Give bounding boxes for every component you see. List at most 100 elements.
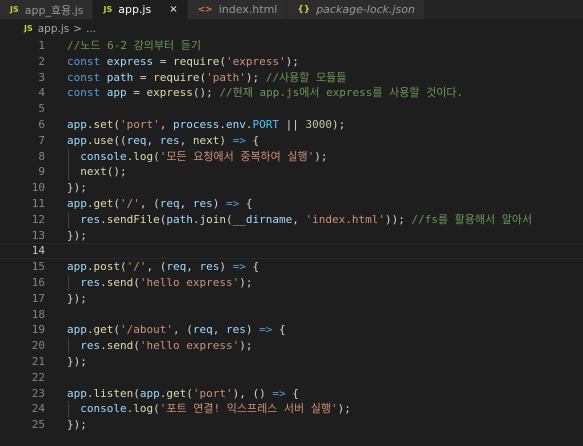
- code-token: ((: [113, 133, 127, 147]
- code-token: (: [186, 386, 193, 400]
- code-line[interactable]: 6 app.set('port', process.env.PORT || 300…: [0, 117, 583, 133]
- code-token: , (: [172, 323, 193, 337]
- code-token: get: [93, 323, 114, 337]
- code-line[interactable]: 21});: [0, 354, 583, 370]
- code-text: res.send('hello express');: [67, 338, 252, 354]
- code-token: .: [86, 386, 94, 400]
- code-line[interactable]: 1 //노드 6-2 강의부터 듣기: [0, 38, 583, 54]
- code-token: req: [126, 133, 147, 147]
- code-token: (: [133, 386, 140, 400]
- code-token: =>: [232, 260, 246, 274]
- code-token: res: [225, 323, 246, 337]
- code-line[interactable]: 16 res.send('hello express');: [0, 275, 583, 291]
- code-line[interactable]: 7 app.use((req, res, next) => {: [0, 133, 583, 149]
- code-line[interactable]: 25});: [0, 417, 583, 433]
- code-token: get: [93, 196, 114, 210]
- code-token: req: [192, 323, 213, 337]
- line-number: 18: [31, 307, 45, 321]
- code-line[interactable]: 24 console.log('포트 연결! 익스프레스 서버 실행');: [0, 401, 583, 417]
- code-token: join: [199, 212, 226, 226]
- code-line[interactable]: 12 res.sendFile(path.join(__dirname, 'in…: [0, 212, 583, 228]
- tab-app-hyoyong-js[interactable]: JS app_효용.js: [0, 0, 94, 19]
- tab-app-js[interactable]: JS app.js ×: [93, 0, 188, 19]
- indent-guide: [68, 401, 69, 418]
- code-token: =: [153, 54, 173, 68]
- code-token: ();: [192, 86, 220, 100]
- code-token: =: [126, 86, 147, 100]
- code-token: const: [67, 54, 107, 68]
- code-line[interactable]: 15 app.post('/', (req, res) => {: [0, 259, 583, 275]
- code-token: req: [166, 260, 187, 274]
- line-number: 5: [38, 102, 45, 116]
- code-line[interactable]: 2 const express = require('express');: [0, 54, 583, 70]
- code-line[interactable]: 23 app.listen(app.get('port'), () => {: [0, 386, 583, 402]
- json-file-icon: {}: [297, 4, 311, 15]
- line-number: 10: [31, 181, 45, 195]
- code-token: express: [146, 86, 193, 100]
- code-text: const path = require('path'); //사용할 모듈들: [67, 70, 346, 86]
- code-text: });: [67, 291, 87, 307]
- editor-tab-bar: JS app_효용.js JS app.js × <> index.html {…: [0, 0, 583, 19]
- code-line[interactable]: 17});: [0, 291, 583, 307]
- code-token: .: [86, 117, 94, 131]
- code-token: req: [159, 196, 180, 210]
- code-line[interactable]: 20 res.send('hello express');: [0, 338, 583, 354]
- code-text: });: [67, 417, 87, 433]
- tab-package-lock-json[interactable]: {} package-lock.json: [287, 0, 425, 19]
- line-number: 2: [38, 54, 45, 68]
- line-number: 1: [38, 39, 45, 52]
- code-token: (: [225, 212, 233, 226]
- code-token: '/': [126, 260, 147, 274]
- code-editor[interactable]: 1 //노드 6-2 강의부터 듣기 2 const express = requir…: [0, 38, 583, 433]
- code-token: //노드 6-2 강의부터 듣기: [67, 39, 201, 52]
- code-line[interactable]: 18: [0, 307, 583, 323]
- code-line[interactable]: 14: [0, 243, 583, 259]
- code-line[interactable]: 13});: [0, 228, 583, 244]
- code-token: 'hello express': [139, 339, 240, 353]
- code-token: '/about': [120, 323, 173, 337]
- line-number: 16: [31, 275, 45, 289]
- code-text: next();: [67, 164, 126, 180]
- code-token: res: [80, 339, 101, 353]
- code-line[interactable]: 19 app.get('/about', (req, res) => {: [0, 322, 583, 338]
- code-token: send: [106, 275, 134, 289]
- indent-guide: [68, 211, 69, 228]
- code-token: ): [212, 196, 226, 210]
- code-token: {: [245, 260, 260, 274]
- code-token: =>: [226, 196, 240, 210]
- code-token: sendFile: [106, 212, 160, 226]
- code-line[interactable]: 8 console.log('모든 요청에서 중복하여 실행');: [0, 149, 583, 165]
- code-token: log: [133, 402, 154, 416]
- code-token: __dirname: [232, 212, 293, 226]
- code-text: app.use((req, res, next) => {: [67, 133, 259, 149]
- code-text: app.post('/', (req, res) => {: [67, 259, 259, 275]
- code-line[interactable]: 3 const path = require('path'); //사용할 모듈들: [0, 70, 583, 86]
- code-token: .: [86, 196, 94, 210]
- code-token: //fs를 활용해서 알아서: [404, 212, 533, 226]
- javascript-file-icon: JS: [10, 5, 19, 14]
- code-token: {: [272, 323, 286, 337]
- code-token: );: [239, 339, 253, 353]
- code-line[interactable]: 5: [0, 101, 583, 117]
- code-token: ||: [278, 117, 306, 131]
- code-text: const express = require('express');: [67, 54, 299, 70]
- line-number: 8: [38, 149, 45, 163]
- code-token: ,: [159, 117, 173, 131]
- code-line[interactable]: 9 next();: [0, 164, 583, 180]
- tab-index-html[interactable]: <> index.html: [187, 0, 288, 19]
- code-token: next: [192, 133, 220, 147]
- code-line[interactable]: 11 app.get('/', (req, res) => {: [0, 196, 583, 212]
- code-token: ,: [212, 323, 226, 337]
- code-line[interactable]: 10});: [0, 180, 583, 196]
- code-token: '모든 요청에서 중복하여 실행': [159, 149, 315, 163]
- code-line[interactable]: 22: [0, 370, 583, 386]
- code-token: 'path': [206, 70, 246, 84]
- breadcrumb-symbol[interactable]: ...: [86, 23, 96, 35]
- code-token: .: [219, 117, 226, 131]
- code-line[interactable]: 4 const app = express(); //현재 app.js에서 ex…: [0, 85, 583, 101]
- code-token: app: [67, 323, 87, 337]
- close-icon[interactable]: ×: [169, 4, 177, 15]
- code-token: ), (): [232, 386, 273, 400]
- line-number: 25: [31, 418, 45, 432]
- breadcrumb-file[interactable]: app.js: [38, 23, 70, 35]
